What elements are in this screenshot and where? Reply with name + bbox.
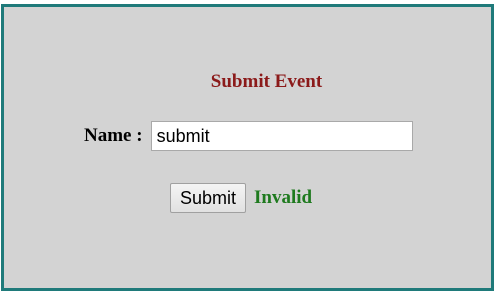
form-title: Submit Event [210, 71, 323, 92]
name-input[interactable] [150, 121, 413, 151]
action-row: Submit Invalid [170, 183, 312, 213]
form-panel: Submit Event Name : Submit Invalid [1, 4, 494, 291]
validation-status: Invalid [254, 187, 313, 208]
name-row: Name : [84, 121, 413, 151]
name-label: Name : [84, 125, 143, 146]
submit-button[interactable]: Submit [170, 183, 247, 213]
